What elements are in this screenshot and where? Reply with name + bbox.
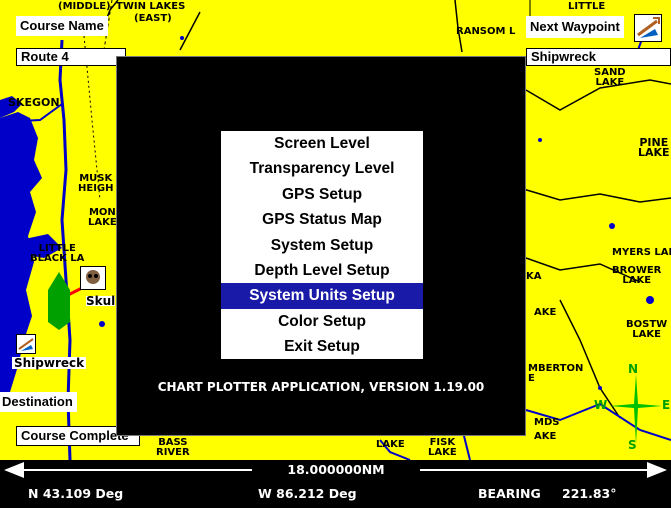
map-label-lake-top-right: LITTLE — [568, 1, 606, 12]
compass-e-label: E — [662, 398, 671, 412]
skull-waypoint-icon[interactable] — [80, 266, 106, 290]
river-line — [463, 435, 471, 460]
map-label-lake-right: AKE — [534, 307, 557, 318]
road-line — [519, 187, 671, 203]
scale-left-arrow-icon — [4, 462, 24, 478]
next-waypoint-label: Next Waypoint — [526, 16, 624, 38]
setup-menu: Screen Level Transparency Level GPS Setu… — [221, 131, 423, 359]
map-label-east: (EAST) — [134, 13, 172, 24]
vessel-icon[interactable] — [48, 272, 70, 330]
map-label-skull: Skul — [86, 294, 116, 308]
map-label-twin-lakes: TWIN LAKES — [116, 1, 186, 12]
menu-item-system-units-setup[interactable]: System Units Setup — [221, 283, 423, 309]
menu-item-depth-level-setup[interactable]: Depth Level Setup — [221, 258, 423, 283]
menu-item-gps-status-map[interactable]: GPS Status Map — [221, 207, 423, 232]
course-name-label: Course Name — [16, 16, 108, 36]
bearing-label: BEARING — [478, 486, 541, 501]
map-label-sand-lake: SAND LAKE — [594, 67, 626, 88]
menu-item-transparency-level[interactable]: Transparency Level — [221, 156, 423, 181]
map-label-fisk-lake: FISK LAKE — [428, 437, 457, 458]
road-line — [179, 11, 201, 51]
compass-w-label: W — [594, 398, 608, 412]
map-label-pemberton: MBERTON E — [528, 363, 584, 384]
map-label-lake-mid: AKE — [534, 431, 557, 442]
compass-n-label: N — [628, 362, 639, 376]
menu-item-screen-level[interactable]: Screen Level — [221, 131, 423, 156]
map-label-shipwreck: Shipwreck — [12, 356, 87, 370]
scale-line-right — [420, 469, 650, 471]
map-label-muskegon: SKEGON — [8, 96, 60, 109]
shipwreck-icon[interactable] — [634, 14, 662, 42]
compass-s-label: S — [628, 438, 637, 452]
map-label-mona-lake: MON LAKE — [88, 207, 117, 228]
map-label-muskegon-heights: MUSK HEIGH — [78, 173, 114, 194]
compass-icon — [610, 374, 662, 444]
menu-item-exit-setup[interactable]: Exit Setup — [221, 334, 423, 359]
map-label-middle: (MIDDLE) — [58, 1, 111, 12]
setup-dialog: Screen Level Transparency Level GPS Setu… — [116, 56, 526, 436]
map-label-pine-lake: PINE LAKE — [638, 136, 670, 159]
latitude-readout: N 43.109 Deg — [28, 486, 124, 501]
longitude-readout: W 86.212 Deg — [258, 486, 357, 501]
version-text: CHART PLOTTER APPLICATION, VERSION 1.19.… — [157, 380, 485, 394]
map-label-myers-lake: MYERS LAKE — [612, 247, 671, 258]
map-label-ka: KA — [526, 271, 542, 282]
destination-label: Destination — [0, 392, 77, 412]
map-label-bostwick-lake: BOSTW LAKE — [626, 319, 668, 340]
bearing-value: 221.83° — [562, 486, 617, 501]
menu-item-color-setup[interactable]: Color Setup — [221, 309, 423, 334]
map-label-lake-bottom: LAKE — [376, 439, 405, 450]
scale-bar: 18.000000NM — [0, 460, 671, 480]
map-label-mds: MDS — [534, 417, 560, 428]
next-waypoint-field[interactable]: Shipwreck — [526, 48, 671, 66]
course-name-field[interactable]: Route 4 — [16, 48, 126, 66]
map-label-little-black-lake: LITTLE BLACK LA — [30, 243, 85, 264]
scale-distance: 18.000000NM — [287, 462, 385, 477]
status-bar: N 43.109 Deg W 86.212 Deg BEARING 221.83… — [0, 480, 671, 508]
menu-item-system-setup[interactable]: System Setup — [221, 233, 423, 258]
map-label-ransom-lake: RANSOM L — [456, 26, 516, 37]
menu-item-gps-setup[interactable]: GPS Setup — [221, 182, 423, 207]
map-label-brower-lake: BROWER LAKE — [612, 265, 662, 286]
scale-line-left — [22, 469, 252, 471]
scale-right-arrow-icon — [647, 462, 667, 478]
shipwreck-map-icon[interactable] — [16, 334, 36, 354]
map-label-bass-river: BASS RIVER — [156, 437, 190, 458]
